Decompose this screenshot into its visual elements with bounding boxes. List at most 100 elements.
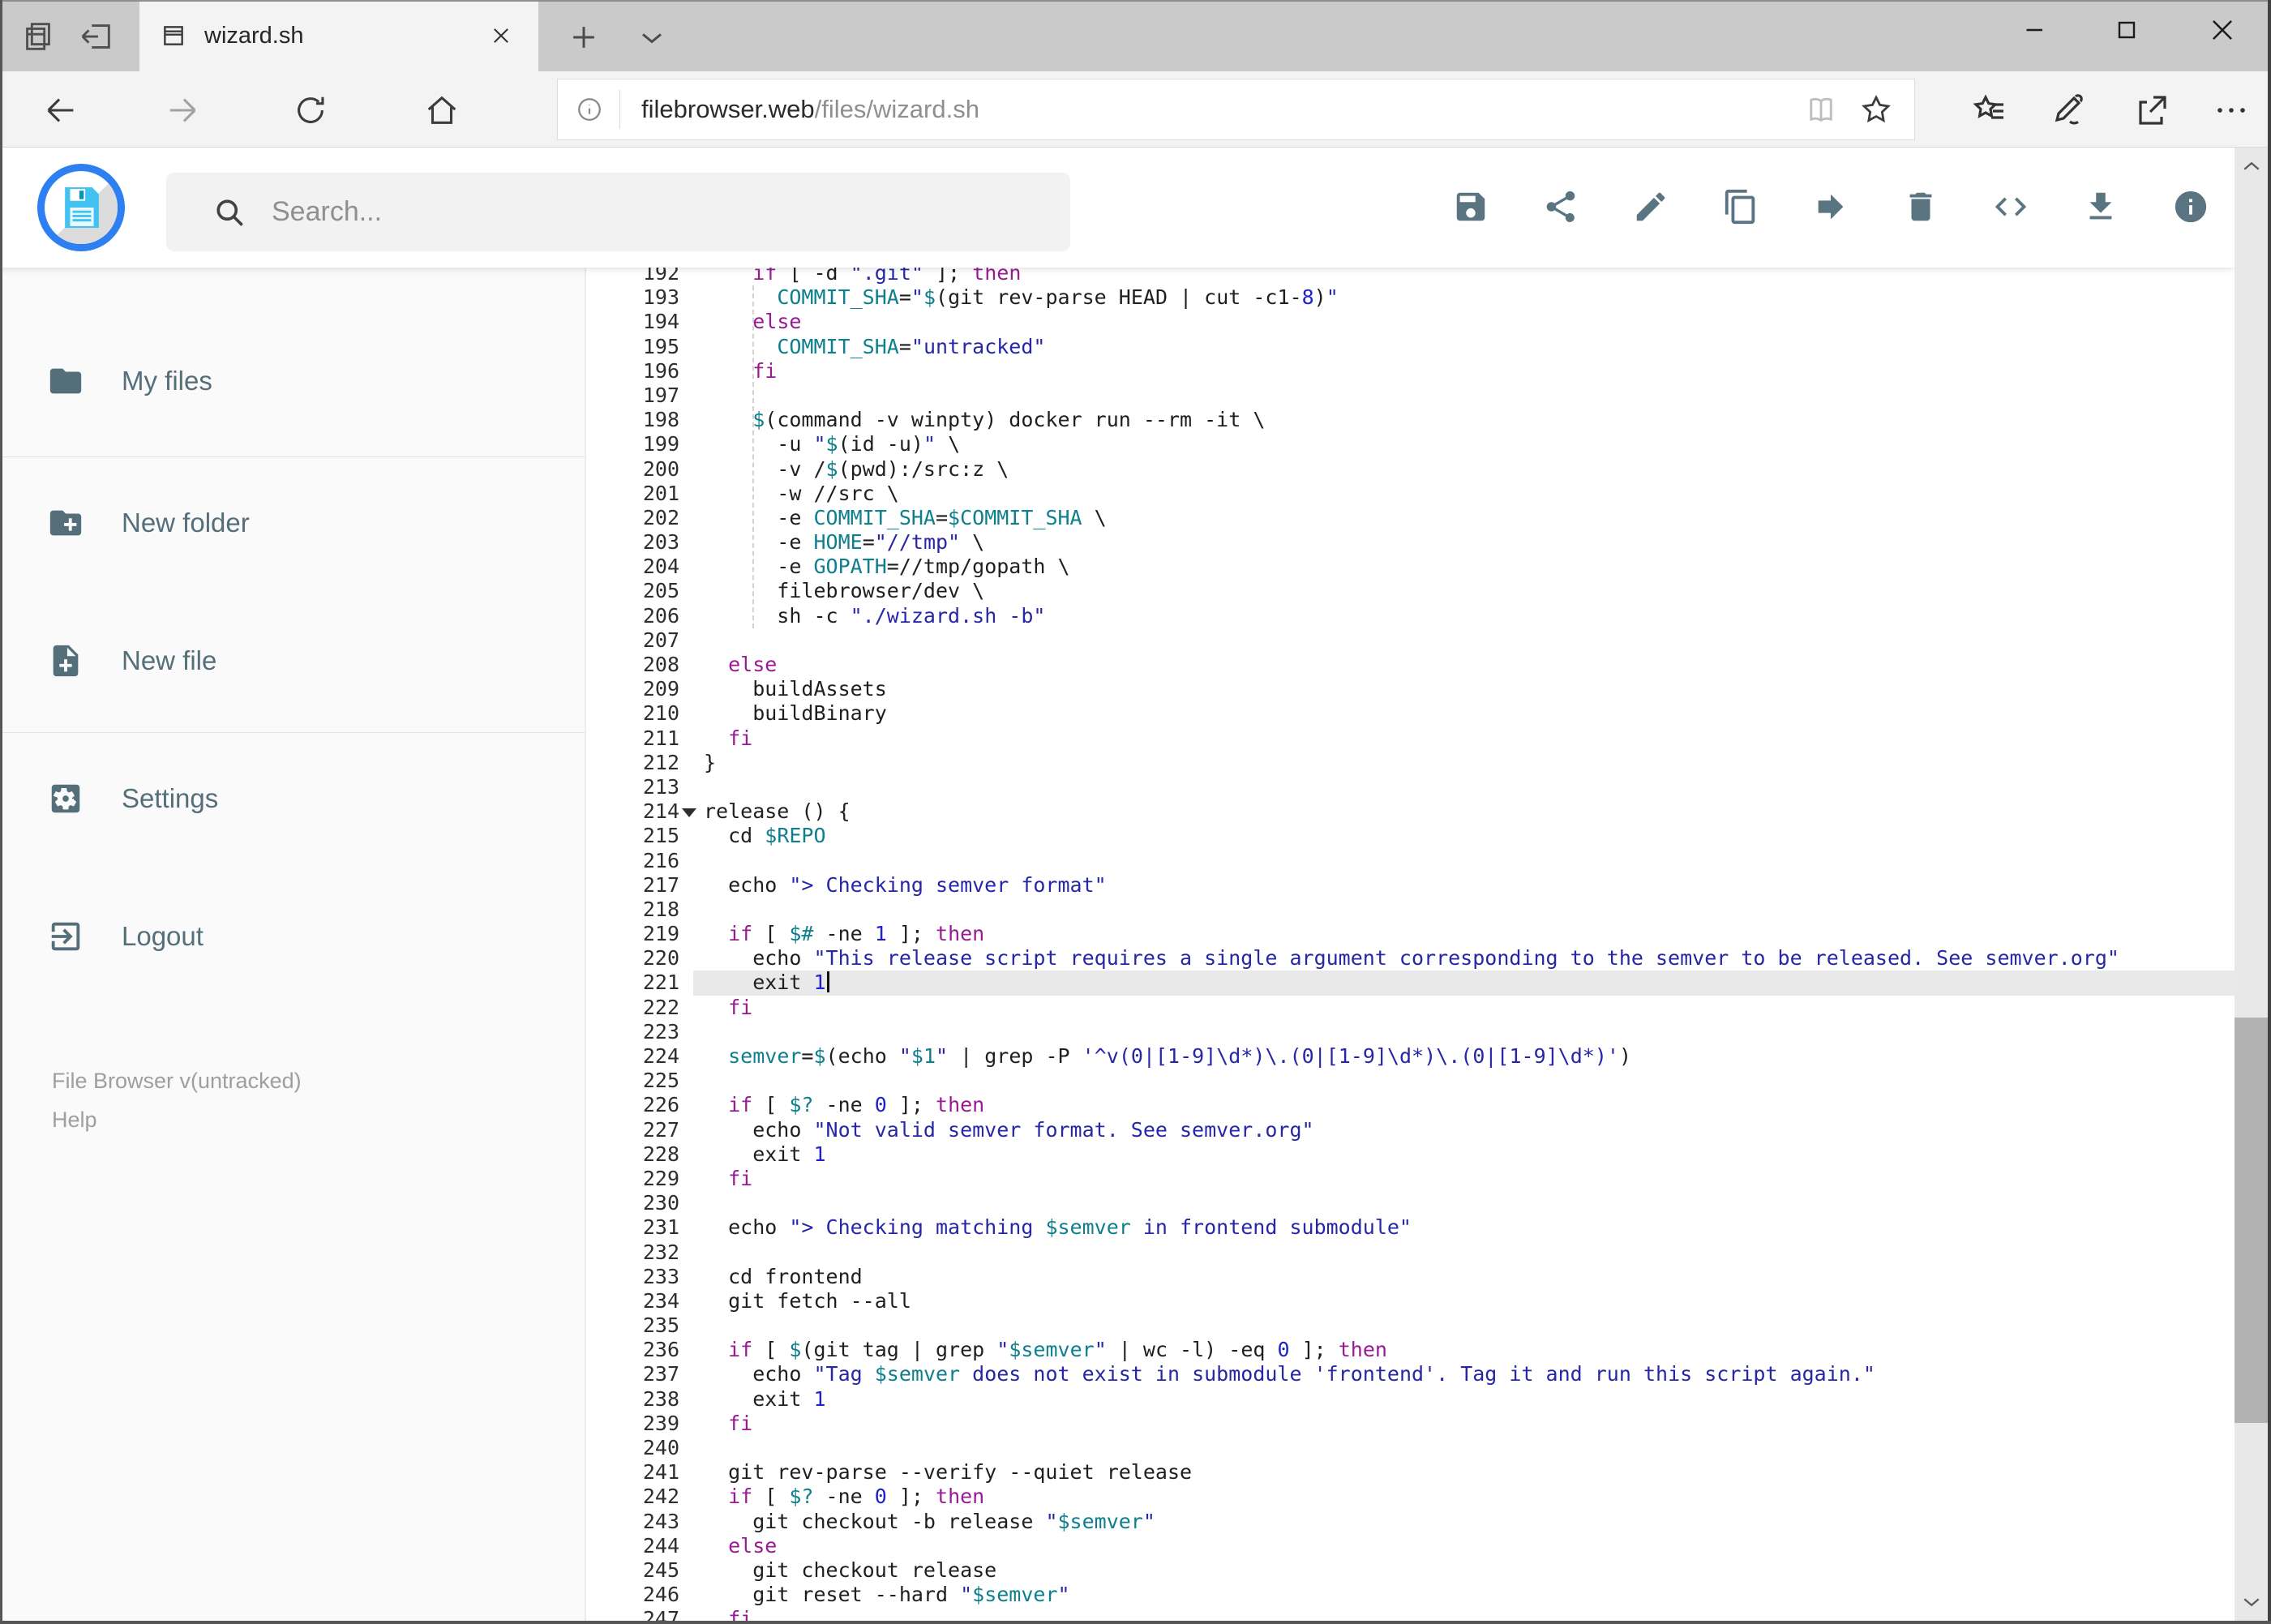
favorite-star-icon[interactable] [1859,92,1893,126]
code-line[interactable]: 233 cd frontend [589,1265,2235,1289]
code-line[interactable]: 208 else [589,653,2235,677]
sidebar-item-my-files[interactable]: My files [0,347,585,415]
code-line[interactable]: 234 git fetch --all [589,1289,2235,1313]
web-note-pen-icon[interactable] [2050,91,2089,130]
home-button[interactable] [423,92,461,129]
code-line[interactable]: 200 -v /$(pwd):/src:z \ [589,457,2235,482]
code-line[interactable]: 239 fi [589,1412,2235,1436]
url-text[interactable]: filebrowser.web/files/wizard.sh [641,95,1804,124]
sidebar-item-new-file[interactable]: New file [0,627,585,695]
code-line[interactable]: 237 echo "Tag $semver does not exist in … [589,1362,2235,1386]
code-line[interactable]: 244 else [589,1534,2235,1558]
code-line[interactable]: 236 if [ $(git tag | grep "$semver" | wc… [589,1338,2235,1362]
code-line[interactable]: 205 filebrowser/dev \ [589,579,2235,603]
scrollbar-thumb[interactable] [2235,1018,2268,1423]
code-line[interactable]: 232 [589,1240,2235,1265]
code-line[interactable]: 230 [589,1191,2235,1215]
code-line[interactable]: 215 cd $REPO [589,824,2235,848]
code-line[interactable]: 194 else [589,310,2235,334]
code-line[interactable]: 196 fi [589,359,2235,384]
code-line[interactable]: 209 buildAssets [589,677,2235,701]
window-close-button[interactable] [2182,5,2263,55]
tab-wizard-sh[interactable]: wizard.sh [139,0,538,71]
hub-favorites-icon[interactable] [1971,91,2010,130]
set-tabs-aside-icon[interactable] [78,18,126,57]
download-button[interactable] [2082,188,2119,225]
move-button[interactable] [1812,188,1849,225]
code-line[interactable]: 223 [589,1020,2235,1044]
sidebar-item-logout[interactable]: Logout [0,902,585,971]
code-line[interactable]: 192 if [ -d ".git" ]; then [589,268,2235,285]
back-button[interactable] [42,92,79,129]
forward-button[interactable] [164,92,201,129]
code-line[interactable]: 225 [589,1069,2235,1093]
code-editor[interactable]: 192 if [ -d ".git" ]; then 193 COMMIT_SHA… [589,268,2235,1621]
code-line[interactable]: 216 [589,849,2235,873]
code-line[interactable]: 202 -e COMMIT_SHA=$COMMIT_SHA \ [589,506,2235,530]
code-line[interactable]: 197 [589,384,2235,408]
code-line[interactable]: 220 echo "This release script requires a… [589,946,2235,971]
code-line[interactable]: 240 [589,1436,2235,1460]
code-line[interactable]: 212} [589,751,2235,775]
code-line[interactable]: 199 -u "$(id -u)" \ [589,432,2235,456]
tab-close-icon[interactable] [485,19,517,52]
share-button[interactable] [1542,188,1579,225]
search-input[interactable] [270,195,1003,229]
scroll-down-icon[interactable] [2239,1590,2264,1614]
info-button[interactable] [2172,188,2209,225]
code-line[interactable]: 228 exit 1 [589,1142,2235,1167]
scroll-up-icon[interactable] [2239,154,2264,178]
site-info-icon[interactable] [576,96,603,123]
edit-button[interactable] [1632,188,1669,225]
code-line[interactable]: 193 COMMIT_SHA="$(git rev-parse HEAD | c… [589,285,2235,310]
code-line[interactable]: 227 echo "Not valid semver format. See s… [589,1118,2235,1142]
code-line[interactable]: 222 fi [589,996,2235,1020]
code-line[interactable]: 231 echo "> Checking matching $semver in… [589,1215,2235,1240]
code-line[interactable]: 247 fi [589,1607,2235,1621]
sidebar-item-settings[interactable]: Settings [0,765,585,833]
sidebar-item-new-folder[interactable]: New folder [0,489,585,557]
reading-view-icon[interactable] [1804,92,1838,126]
delete-button[interactable] [1902,188,1939,225]
code-line[interactable]: 203 -e HOME="//tmp" \ [589,530,2235,555]
more-options-icon[interactable] [2212,91,2251,130]
help-link[interactable]: Help [52,1108,97,1133]
code-line[interactable]: 226 if [ $? -ne 0 ]; then [589,1093,2235,1117]
code-line[interactable]: 201 -w //src \ [589,482,2235,506]
share-page-icon[interactable] [2132,91,2171,130]
new-tab-button[interactable] [566,19,608,55]
code-line[interactable]: 211 fi [589,726,2235,751]
code-line[interactable]: 206 sh -c "./wizard.sh -b" [589,604,2235,628]
address-bar[interactable]: filebrowser.web/files/wizard.sh [557,79,1915,140]
code-line[interactable]: 217 echo "> Checking semver format" [589,873,2235,898]
code-line[interactable]: 241 git rev-parse --verify --quiet relea… [589,1460,2235,1485]
code-line[interactable]: 195 COMMIT_SHA="untracked" [589,335,2235,359]
code-line[interactable]: 229 fi [589,1167,2235,1191]
window-minimize-button[interactable] [1995,5,2076,55]
code-line[interactable]: 238 exit 1 [589,1387,2235,1412]
code-line[interactable]: 210 buildBinary [589,701,2235,726]
code-line[interactable]: 224 semver=$(echo "$1" | grep -P '^v(0|[… [589,1044,2235,1069]
vertical-scrollbar[interactable] [2235,148,2268,1621]
code-line[interactable]: 218 [589,898,2235,922]
code-line[interactable]: 246 git reset --hard "$semver" [589,1583,2235,1607]
code-line[interactable]: 243 git checkout -b release "$semver" [589,1510,2235,1534]
code-line[interactable]: 219 if [ $# -ne 1 ]; then [589,922,2235,946]
search-bar[interactable] [166,173,1070,251]
code-line[interactable]: 198 $(command -v winpty) docker run --rm… [589,408,2235,432]
save-button[interactable] [1452,188,1489,225]
code-line[interactable]: 245 git checkout release [589,1558,2235,1583]
window-maximize-button[interactable] [2086,5,2167,55]
code-line[interactable]: 213 [589,775,2235,799]
code-line[interactable]: 204 -e GOPATH=//tmp/gopath \ [589,555,2235,579]
code-line[interactable]: 235 [589,1313,2235,1338]
fold-marker-icon[interactable] [682,808,696,818]
code-line[interactable]: 214 release () { [589,799,2235,824]
code-line[interactable]: 242 if [ $? -ne 0 ]; then [589,1485,2235,1509]
filebrowser-logo[interactable] [37,164,125,251]
raw-code-button[interactable] [1992,188,2029,225]
code-line[interactable]: 207 [589,628,2235,653]
tab-preview-chevron-icon[interactable] [634,19,676,55]
code-line[interactable]: 221 exit 1 [589,971,2235,996]
tab-preview-icon[interactable] [19,18,68,57]
